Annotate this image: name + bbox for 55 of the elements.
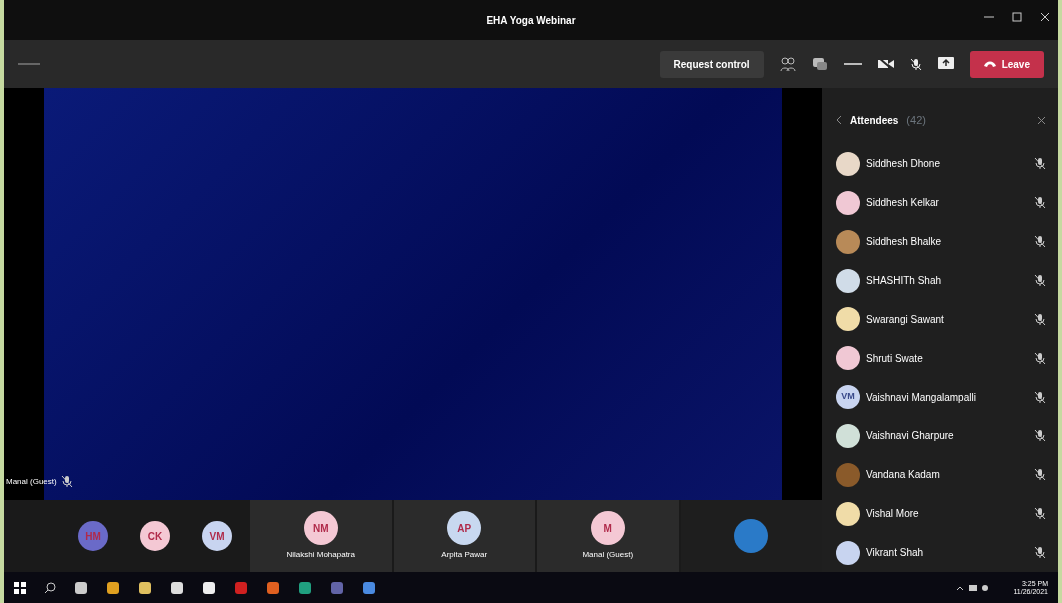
menu-icon[interactable]: [18, 62, 40, 66]
search-icon[interactable]: [44, 581, 56, 594]
participant-name: Nilakshi Mohapatra: [286, 549, 355, 561]
mic-off-icon: [1034, 312, 1046, 326]
participant-tile[interactable]: [680, 500, 822, 572]
attendee-name: Swarangi Sawant: [866, 312, 945, 327]
attendee-name: Siddhesh Bhalke: [866, 235, 943, 250]
attendee-count: (42): [906, 113, 927, 128]
leave-button[interactable]: Leave: [969, 50, 1044, 78]
maximize-icon[interactable]: [1012, 12, 1022, 22]
mic-off-icon: [1034, 468, 1046, 482]
participant-name: Manal (Guest): [582, 549, 634, 561]
participant-tile[interactable]: AP Arpita Pawar: [393, 500, 535, 572]
attendee-name: Siddhesh Dhone: [866, 157, 941, 172]
attendee-name: SHASHITh Shah: [866, 274, 943, 288]
close-icon[interactable]: [1040, 12, 1050, 22]
attendee-name: Siddhesh Kelkar: [866, 196, 940, 211]
panel-title: Attendees: [850, 113, 899, 128]
participant-tile[interactable]: M Manal (Guest): [537, 500, 679, 572]
attendee-name: Vishal More: [866, 507, 920, 522]
attendee-name: Vikrant Shah: [866, 546, 925, 560]
participant-tile[interactable]: NM Nilakshi Mohapatra: [250, 500, 392, 572]
request-control-button[interactable]: Request control: [659, 50, 764, 78]
mic-off-icon: [1034, 429, 1046, 443]
camera-icon[interactable]: [877, 58, 894, 70]
attendee-name: Vaishnavi Gharpure: [866, 429, 955, 444]
avatar: VM: [202, 521, 232, 551]
mic-off-icon: [1034, 274, 1046, 287]
start-icon[interactable]: [14, 581, 26, 594]
back-icon[interactable]: [836, 115, 842, 126]
people-icon[interactable]: [779, 56, 796, 72]
mic-off-icon: [1034, 196, 1046, 210]
more-icon[interactable]: [843, 62, 862, 66]
phone-icon: [983, 60, 996, 68]
participant-name: Manal (Guest): [6, 475, 57, 488]
window-title: EHA Yoga Webinar: [486, 13, 576, 28]
avatar: VM: [836, 385, 860, 410]
avatar: HM: [78, 521, 108, 551]
mic-off-icon: [1034, 235, 1046, 249]
mic-off-icon: [1034, 390, 1046, 404]
mic-off-icon[interactable]: [909, 57, 922, 71]
avatar: M: [590, 511, 625, 545]
participant-name: Arpita Pawar: [441, 549, 488, 561]
attendee-name: Vandana Kadam: [866, 468, 941, 483]
share-screen-icon[interactable]: [937, 57, 954, 71]
attendee-name: Vaishnavi Mangalampalli: [866, 390, 977, 405]
avatar: NM: [303, 511, 338, 545]
mic-off-icon: [1034, 157, 1046, 171]
attendee-name: Shruti Swate: [866, 351, 924, 366]
mic-off-icon: [1034, 507, 1046, 521]
avatar: AP: [447, 511, 482, 545]
chat-icon[interactable]: [811, 56, 828, 72]
mic-off-icon: [1034, 351, 1046, 365]
mic-off-icon: [1034, 546, 1046, 559]
avatar: CK: [140, 521, 170, 551]
